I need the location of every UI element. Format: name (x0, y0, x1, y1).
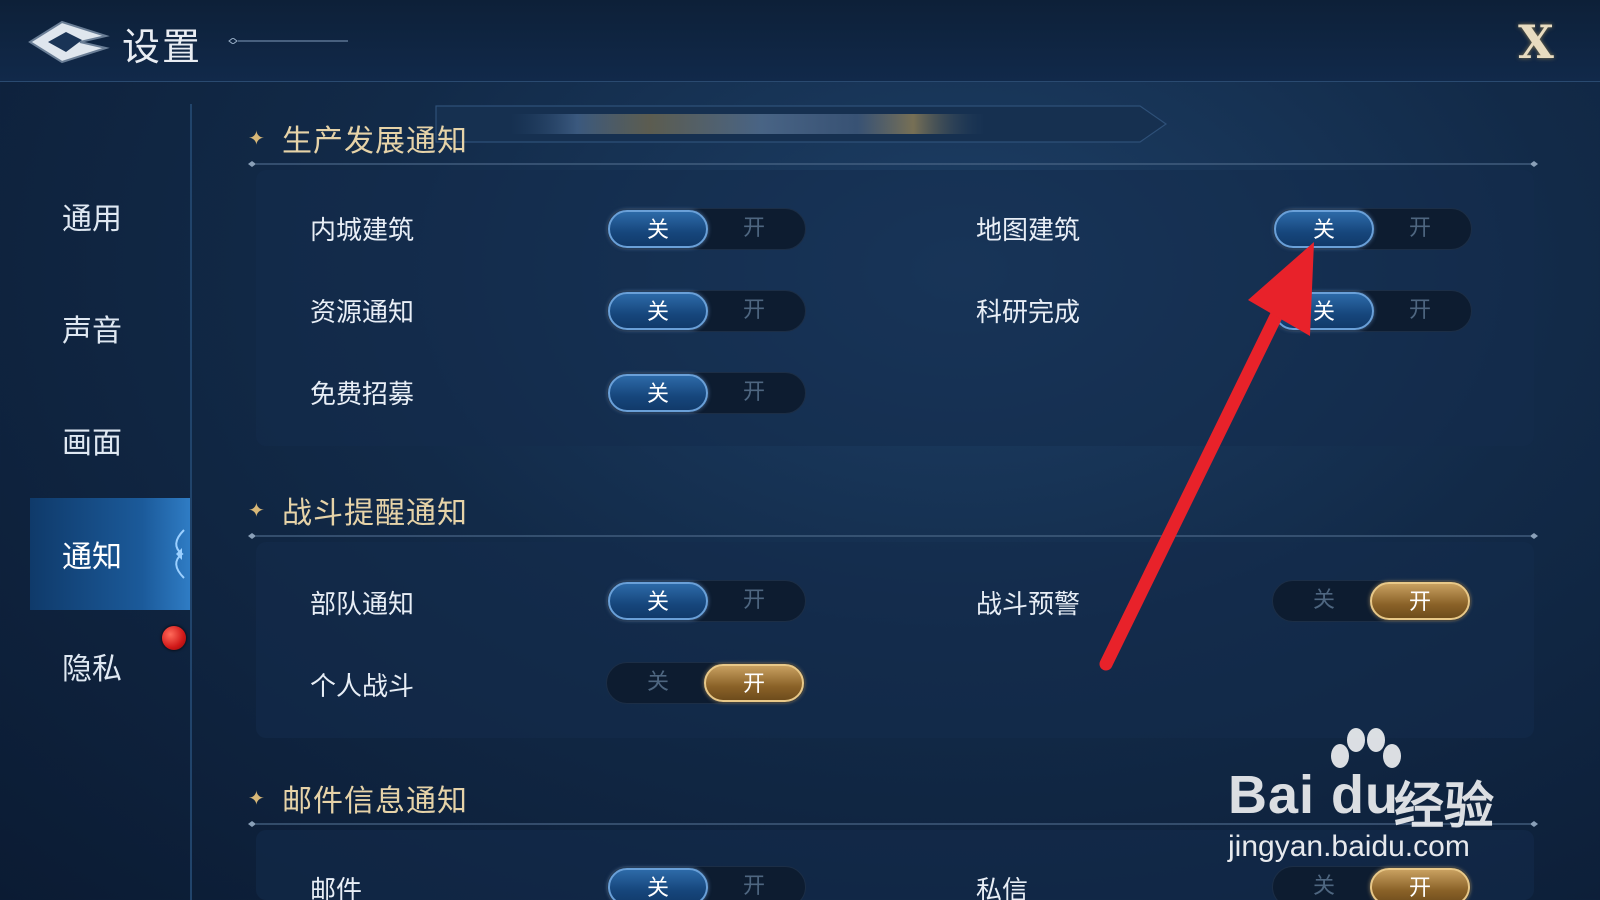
row-label: 个人战斗 (310, 672, 415, 702)
watermark-brand: Bai du (1228, 765, 1400, 825)
toggle-on[interactable]: 开 (1370, 210, 1470, 248)
baidu-watermark: Bai du 经验 jingyan.baidu.com (1228, 726, 1528, 876)
star-icon: ✦ (248, 786, 265, 810)
section-title: 邮件信息通知 (282, 784, 468, 819)
row-label: 资源通知 (310, 298, 415, 328)
sidebar-item-label: 隐私 (62, 652, 122, 687)
toggle-off[interactable]: 关 (608, 868, 708, 900)
toggle-troop-notice[interactable]: 关 开 (606, 580, 806, 622)
toggle-on[interactable]: 开 (704, 868, 804, 900)
panel-battle (256, 542, 1534, 738)
section-header-battle: ✦ 战斗提醒通知 (248, 488, 1538, 539)
star-icon: ✦ (248, 498, 265, 522)
sidebar-item-sound[interactable]: 声音 (30, 272, 190, 384)
toggle-off[interactable]: 关 (608, 374, 708, 412)
title-ornament (228, 38, 348, 44)
page-title: 设置 (122, 25, 203, 69)
row-label: 部队通知 (310, 590, 415, 620)
toggle-on[interactable]: 开 (704, 374, 804, 412)
star-icon: ✦ (248, 126, 265, 150)
sidebar: 通用 声音 画面 通知 隐私 (30, 104, 192, 900)
toggle-on[interactable]: 开 (704, 664, 804, 702)
toggle-personal-battle[interactable]: 关 开 (606, 662, 806, 704)
toggle-free-recruit[interactable]: 关 开 (606, 372, 806, 414)
sidebar-item-privacy[interactable]: 隐私 (30, 610, 190, 722)
toggle-on[interactable]: 开 (704, 210, 804, 248)
row-label: 战斗预警 (976, 590, 1081, 620)
toggle-resource-notice[interactable]: 关 开 (606, 290, 806, 332)
watermark-brand-cn: 经验 (1394, 777, 1494, 835)
section-divider (248, 533, 1538, 539)
toggle-map-building[interactable]: 关 开 (1272, 208, 1472, 250)
row-label: 邮件 (310, 876, 363, 900)
toggle-on[interactable]: 开 (1370, 582, 1470, 620)
sidebar-item-general[interactable]: 通用 (30, 160, 190, 272)
sidebar-item-label: 声音 (62, 314, 122, 349)
toggle-battle-warning[interactable]: 关 开 (1272, 580, 1472, 622)
sidebar-item-label: 画面 (62, 426, 122, 461)
notification-dot (162, 626, 186, 650)
toggle-off[interactable]: 关 (1274, 292, 1374, 330)
row-label: 私信 (976, 876, 1029, 900)
sidebar-item-label: 通知 (62, 540, 122, 575)
toggle-mail[interactable]: 关 开 (606, 866, 806, 900)
section-header-production: ✦ 生产发展通知 (248, 116, 1538, 167)
row-label: 免费招募 (310, 380, 415, 410)
watermark-url: jingyan.baidu.com (1228, 830, 1470, 863)
toggle-on[interactable]: 开 (704, 582, 804, 620)
toggle-off[interactable]: 关 (1274, 210, 1374, 248)
toggle-off[interactable]: 关 (1274, 582, 1374, 620)
toggle-on[interactable]: 开 (1370, 292, 1470, 330)
toggle-research-complete[interactable]: 关 开 (1272, 290, 1472, 332)
section-title: 战斗提醒通知 (282, 496, 468, 531)
close-button[interactable]: X (1508, 18, 1564, 66)
toggle-off[interactable]: 关 (608, 664, 708, 702)
sidebar-item-label: 通用 (62, 202, 122, 237)
row-label: 科研完成 (976, 298, 1081, 328)
toggle-on[interactable]: 开 (704, 292, 804, 330)
toggle-off[interactable]: 关 (608, 582, 708, 620)
back-arrow-icon[interactable] (26, 18, 110, 66)
sidebar-item-display[interactable]: 画面 (30, 384, 190, 496)
toggle-off[interactable]: 关 (608, 292, 708, 330)
section-divider (248, 161, 1538, 167)
row-label: 地图建筑 (976, 216, 1081, 246)
toggle-inner-city-building[interactable]: 关 开 (606, 208, 806, 250)
sidebar-item-notifications[interactable]: 通知 (30, 498, 190, 610)
section-title: 生产发展通知 (282, 124, 468, 159)
row-label: 内城建筑 (310, 216, 415, 246)
toggle-off[interactable]: 关 (608, 210, 708, 248)
active-ornament-icon (175, 529, 185, 579)
top-bar: 设置 X (0, 0, 1600, 82)
